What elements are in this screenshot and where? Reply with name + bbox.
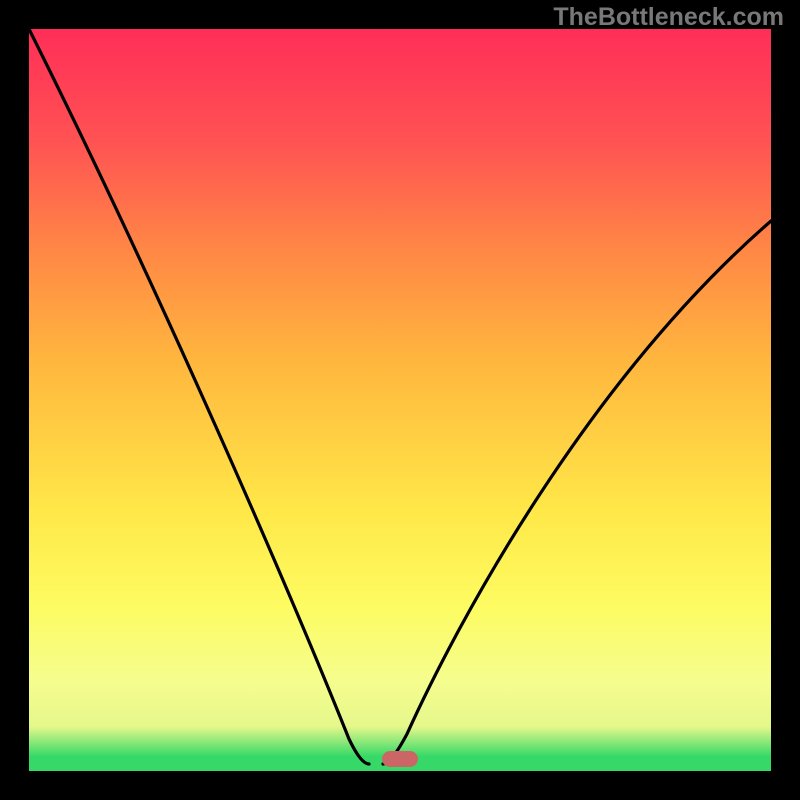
curve-left-branch: [29, 29, 369, 764]
plot-area: [29, 29, 771, 771]
curve-right-branch: [383, 221, 771, 764]
bottleneck-marker: [382, 751, 418, 767]
chart-frame: TheBottleneck.com: [0, 0, 800, 800]
watermark-text: TheBottleneck.com: [553, 3, 784, 32]
bottleneck-curve: [29, 29, 771, 771]
